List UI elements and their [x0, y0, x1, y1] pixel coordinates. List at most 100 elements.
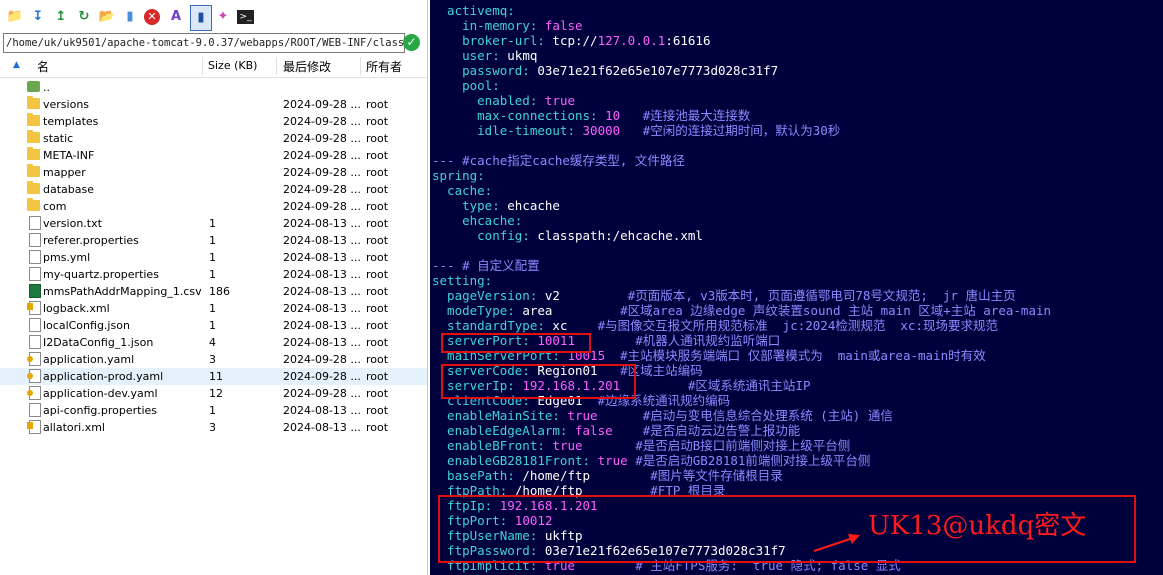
- file-row[interactable]: application.yaml 3 2024-09-28 ... root: [0, 351, 427, 368]
- magic-wand-icon[interactable]: ✦: [214, 8, 232, 26]
- terminal-line: max-connections: 10 #连接池最大连接数: [432, 108, 751, 123]
- file-row[interactable]: logback.xml 1 2024-08-13 ... root: [0, 300, 427, 317]
- terminal-line: type: ehcache: [432, 198, 560, 213]
- folder-row[interactable]: META-INF 2024-09-28 ... root: [0, 147, 427, 164]
- highlight-box-server-ip: [441, 364, 636, 399]
- parent-folder-icon: [27, 81, 40, 92]
- file-row[interactable]: application-dev.yaml 12 2024-09-28 ... root: [0, 385, 427, 402]
- folder-icon: [27, 147, 40, 160]
- upload-icon[interactable]: ↥: [52, 8, 70, 26]
- file-owner: root: [366, 370, 389, 383]
- file-owner: root: [366, 285, 389, 298]
- file-row[interactable]: pms.yml 1 2024-08-13 ... root: [0, 249, 427, 266]
- go-path-button[interactable]: ✓: [403, 34, 420, 51]
- folder-row[interactable]: static 2024-09-28 ... root: [0, 130, 427, 147]
- new-folder-icon[interactable]: 📂: [98, 8, 116, 26]
- file-row[interactable]: my-quartz.properties 1 2024-08-13 ... root: [0, 266, 427, 283]
- file-date: 2024-09-28 ...: [283, 183, 361, 196]
- file-row[interactable]: I2DataConfig_1.json 4 2024-08-13 ... root: [0, 334, 427, 351]
- file-size: 1: [209, 234, 216, 247]
- file-manager-panel: 📁 ↧ ↥ ↻ 📂 ▮ ✕ A ▮ ✦ >_ /home/uk/uk9501/a…: [0, 0, 428, 575]
- bookmark-icon[interactable]: ▮: [190, 5, 212, 31]
- column-owner[interactable]: 所有者: [366, 58, 402, 75]
- column-separator[interactable]: [202, 57, 203, 75]
- file-size: 1: [209, 217, 216, 230]
- file-icon: [29, 318, 41, 332]
- file-date: 2024-08-13 ...: [283, 302, 361, 315]
- file-owner: root: [366, 302, 389, 315]
- file-date: 2024-08-13 ...: [283, 421, 361, 434]
- sort-asc-icon[interactable]: ▲: [13, 60, 20, 70]
- file-size: 1: [209, 319, 216, 332]
- folder-icon: [27, 181, 40, 194]
- file-row[interactable]: version.txt 1 2024-08-13 ... root: [0, 215, 427, 232]
- file-owner: root: [366, 200, 389, 213]
- terminal-line: enabled: true: [432, 93, 575, 108]
- column-separator[interactable]: [276, 57, 277, 75]
- folder-row[interactable]: templates 2024-09-28 ... root: [0, 113, 427, 130]
- refresh-icon[interactable]: ↻: [75, 8, 93, 26]
- folder-row[interactable]: database 2024-09-28 ... root: [0, 181, 427, 198]
- delete-icon[interactable]: ✕: [144, 9, 160, 25]
- file-list-header: ▲ 名 Size (KB) 最后修改 所有者: [0, 55, 427, 78]
- terminal-line: idle-timeout: 30000 #空闲的连接过期时间，默认为30秒: [432, 123, 841, 138]
- file-owner: root: [366, 353, 389, 366]
- text-editor-icon[interactable]: A: [167, 8, 185, 26]
- file-name: allatori.xml: [43, 421, 105, 434]
- terminal-line: ehcache:: [432, 213, 523, 228]
- file-size: 1: [209, 404, 216, 417]
- file-row[interactable]: ..: [0, 79, 427, 96]
- terminal-view[interactable]: activemq: in-memory: false broker-url: t…: [430, 0, 1163, 575]
- file-size: 11: [209, 370, 223, 383]
- xml-file-icon: [27, 301, 41, 315]
- file-owner: root: [366, 268, 389, 281]
- file-row[interactable]: mmsPathAddrMapping_1.csv 186 2024-08-13 ..…: [0, 283, 427, 300]
- file-owner: root: [366, 234, 389, 247]
- file-date: 2024-09-28 ...: [283, 115, 361, 128]
- terminal-line: modeType: area #区域area 边缘edge 声纹装置sound …: [432, 303, 1052, 318]
- file-name: database: [43, 183, 94, 196]
- new-file-icon[interactable]: ▮: [121, 8, 139, 26]
- terminal-line: in-memory: false: [432, 18, 583, 33]
- terminal-line: pool:: [432, 78, 500, 93]
- file-date: 2024-08-13 ...: [283, 336, 361, 349]
- column-separator[interactable]: [360, 57, 361, 75]
- file-name: ..: [43, 81, 50, 94]
- file-row[interactable]: allatori.xml 3 2024-08-13 ... root: [0, 419, 427, 436]
- annotation-arrow-icon: [813, 534, 860, 552]
- file-row[interactable]: localConfig.json 1 2024-08-13 ... root: [0, 317, 427, 334]
- yaml-file-icon: [27, 386, 41, 400]
- folder-row[interactable]: com 2024-09-28 ... root: [0, 198, 427, 215]
- file-name: application-prod.yaml: [43, 370, 164, 383]
- file-row[interactable]: application-prod.yaml 11 2024-09-28 ... roo…: [0, 368, 427, 385]
- column-size[interactable]: Size (KB): [208, 59, 257, 72]
- folder-row[interactable]: versions 2024-09-28 ... root: [0, 96, 427, 113]
- terminal-line: cache:: [432, 183, 493, 198]
- file-size: 1: [209, 268, 216, 281]
- file-owner: root: [366, 115, 389, 128]
- terminal-icon[interactable]: >_: [237, 10, 254, 24]
- download-icon[interactable]: ↧: [29, 8, 47, 26]
- file-name: localConfig.json: [43, 319, 130, 332]
- open-folder-icon[interactable]: 📁: [6, 8, 24, 26]
- terminal-line: password: 03e71e21f62e65e107e7773d028c31…: [432, 63, 779, 78]
- annotation-label: UK13@ukdq密文: [868, 511, 1087, 541]
- folder-row[interactable]: mapper 2024-09-28 ... root: [0, 164, 427, 181]
- file-date: 2024-08-13 ...: [283, 319, 361, 332]
- file-date: 2024-08-13 ...: [283, 251, 361, 264]
- terminal-line: activemq:: [432, 3, 515, 18]
- terminal-line: broker-url: tcp://127.0.0.1:61616: [432, 33, 711, 48]
- file-date: 2024-08-13 ...: [283, 217, 361, 230]
- file-name: mmsPathAddrMapping_1.csv: [43, 285, 202, 298]
- terminal-line: --- #cache指定cache缓存类型, 文件路径: [432, 153, 685, 168]
- file-size: 4: [209, 336, 216, 349]
- column-name[interactable]: 名: [37, 58, 49, 75]
- path-input[interactable]: /home/uk/uk9501/apache-tomcat-9.0.37/web…: [3, 33, 405, 53]
- file-row[interactable]: referer.properties 1 2024-08-13 ... root: [0, 232, 427, 249]
- file-icon: [29, 233, 41, 247]
- file-owner: root: [366, 98, 389, 111]
- file-date: 2024-08-13 ...: [283, 404, 361, 417]
- column-modified[interactable]: 最后修改: [283, 58, 331, 75]
- file-row[interactable]: api-config.properties 1 2024-08-13 ... root: [0, 402, 427, 419]
- file-name: pms.yml: [43, 251, 91, 264]
